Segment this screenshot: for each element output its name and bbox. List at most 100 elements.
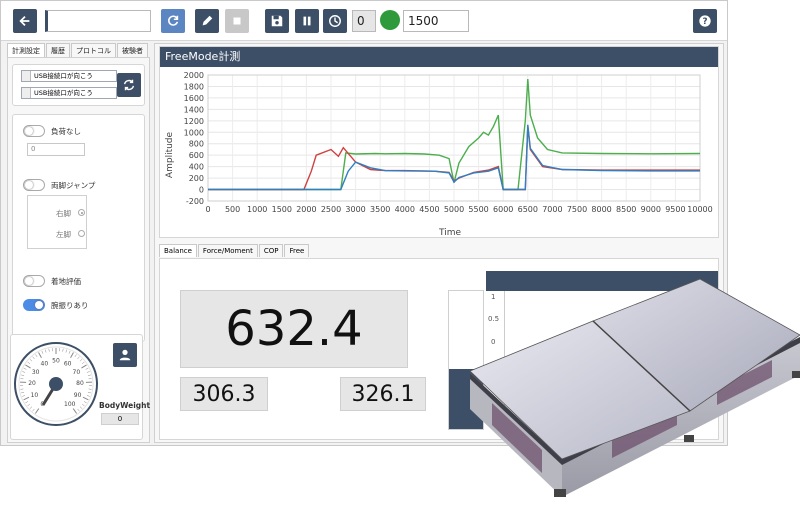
tab-free[interactable]: Free [284, 244, 310, 257]
y-tick-label: 800 [189, 140, 204, 149]
gauge-tick-label: 70 [73, 369, 81, 376]
toolbar: 0 1500 ? [1, 1, 727, 41]
spinner-icon[interactable] [22, 71, 31, 81]
x-tick-label: 5500 [468, 205, 488, 214]
x-tick-label: 2500 [321, 205, 341, 214]
y-tick-label: 1000 [184, 128, 204, 137]
tab-force-moment[interactable]: Force/Moment [197, 244, 258, 257]
timer-button[interactable] [323, 9, 347, 33]
x-tick-label: 8000 [591, 205, 611, 214]
gauge-tick-label: 100 [64, 401, 76, 408]
y-tick-label: 0 [199, 186, 204, 195]
clock-icon [329, 15, 341, 27]
arm-swing-label: 腕振りあり [51, 301, 89, 310]
leg-group: 右脚 左脚 [27, 195, 87, 249]
tab-subject[interactable]: 被験者 [117, 43, 148, 57]
gauge-tick-label: 80 [76, 380, 84, 387]
edit-button[interactable] [195, 9, 219, 33]
x-tick-label: 1500 [272, 205, 292, 214]
x-tick-label: 9500 [665, 205, 685, 214]
pencil-icon [202, 15, 213, 26]
options-panel: 負荷なし 0 両脚ジャンプ 右脚 左脚 着地評価 腕振りあり [12, 114, 145, 342]
usb-port-select-1[interactable]: USB接続口が向こう [21, 70, 117, 82]
total-force-value: 632.4 [180, 290, 408, 368]
right-leg-label: 右脚 [56, 209, 71, 218]
user-icon [119, 349, 131, 361]
x-tick-label: 7500 [567, 205, 587, 214]
gauge-tick-label: 30 [32, 369, 40, 376]
tab-balance[interactable]: Balance [159, 244, 197, 257]
tab-measure-settings[interactable]: 計測設定 [7, 43, 45, 57]
svg-text:?: ? [702, 17, 707, 27]
usb-panel: USB接続口が向こう USB接続口が向こう [12, 64, 145, 106]
double-jump-toggle[interactable] [23, 179, 45, 191]
left-leg-radio[interactable] [78, 230, 85, 237]
y-tick-label: 1400 [184, 105, 204, 114]
arrow-left-icon [19, 16, 30, 26]
tab-protocol[interactable]: プロトコル [71, 43, 116, 57]
gauge-tick-label: 60 [64, 361, 72, 368]
selection-field[interactable] [45, 10, 151, 32]
y-tick-label: 1200 [184, 117, 204, 126]
arm-swing-toggle[interactable] [23, 299, 45, 311]
x-tick-label: 2000 [296, 205, 316, 214]
save-button[interactable] [265, 9, 289, 33]
sync-icon [123, 79, 135, 91]
x-tick-label: 10000 [687, 205, 712, 214]
gauge-tick-label: 90 [74, 392, 82, 399]
tab-cop[interactable]: COP [258, 244, 284, 257]
gauge-tick-label: 20 [28, 380, 36, 387]
no-load-toggle[interactable] [23, 125, 45, 137]
y-tick-label: 600 [189, 151, 204, 160]
gauge-tick-label: 50 [52, 358, 60, 365]
landing-toggle[interactable] [23, 275, 45, 287]
spinner-icon[interactable] [22, 88, 31, 98]
usb-port-select-2[interactable]: USB接続口が向こう [21, 87, 117, 99]
x-tick-label: 0 [205, 205, 210, 214]
left-tabs: 計測設定 履歴 プロトコル 被験者 [7, 43, 150, 57]
left-leg-label: 左脚 [56, 230, 71, 239]
pause-button[interactable] [295, 9, 319, 33]
gauge-tick-label: 40 [41, 361, 49, 368]
balance-tabs: Balance Force/Moment COP Free [159, 244, 310, 257]
weight-gauge: 010203040 50 60708090100 [14, 342, 98, 426]
y-tick-label: -200 [186, 197, 204, 206]
usb-refresh-button[interactable] [117, 73, 141, 97]
floppy-icon [271, 15, 283, 27]
y-tick-label: 1600 [184, 94, 204, 103]
x-axis-label: Time [438, 228, 461, 237]
stop-button[interactable] [225, 9, 249, 33]
landing-label: 着地評価 [51, 277, 81, 286]
right-leg-radio[interactable] [78, 209, 85, 216]
counter-field[interactable]: 0 [352, 10, 376, 32]
y-tick-label: 1800 [184, 82, 204, 91]
question-icon: ? [699, 15, 711, 27]
help-button[interactable]: ? [693, 9, 717, 33]
refresh-icon [168, 15, 179, 26]
bodyweight-value: 0 [101, 413, 139, 425]
y-tick-label: 2000 [184, 71, 204, 80]
refresh-button[interactable] [161, 9, 185, 33]
duration-field[interactable]: 1500 [403, 10, 469, 32]
y-tick-label: 400 [189, 163, 204, 172]
user-button[interactable] [113, 343, 137, 367]
double-jump-label: 両脚ジャンプ [51, 181, 96, 190]
back-button[interactable] [13, 9, 37, 33]
bodyweight-label: BodyWeight [99, 401, 151, 410]
x-tick-label: 3000 [345, 205, 365, 214]
x-tick-label: 500 [225, 205, 240, 214]
x-tick-label: 3500 [370, 205, 390, 214]
x-tick-label: 5000 [444, 205, 464, 214]
amplitude-chart: -200020040060080010001200140016001800200… [165, 71, 713, 237]
x-tick-label: 4000 [395, 205, 415, 214]
y-axis-label: Amplitude [165, 131, 175, 178]
no-load-label: 負荷なし [51, 127, 81, 136]
bodyweight-card: 0 10 20 30 40 50 60 70 80 90 100 BodyWeight 0 [10, 334, 150, 440]
x-tick-label: 6000 [493, 205, 513, 214]
tab-history[interactable]: 履歴 [46, 43, 70, 57]
pause-icon [303, 16, 311, 26]
load-input[interactable]: 0 [27, 143, 85, 156]
x-tick-label: 8500 [616, 205, 636, 214]
x-tick-label: 9000 [641, 205, 661, 214]
x-tick-label: 6500 [518, 205, 538, 214]
